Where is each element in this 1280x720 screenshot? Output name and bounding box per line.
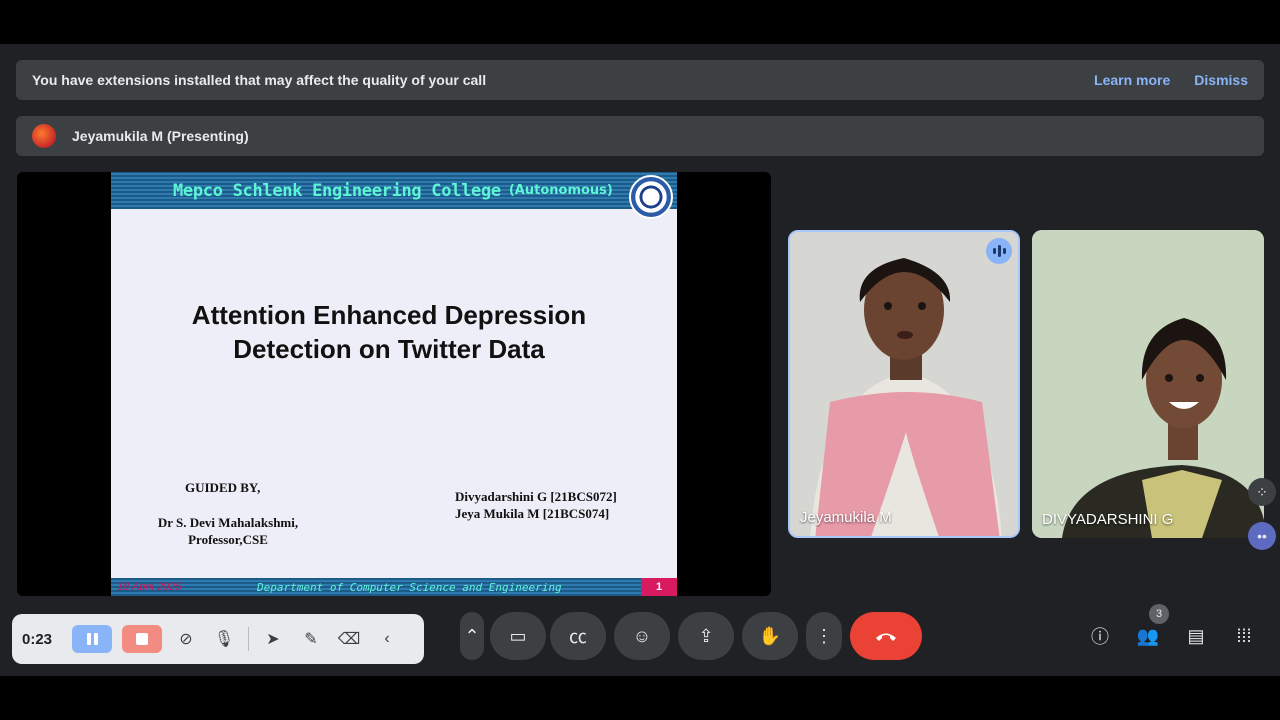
presentation-stage[interactable]: Mepco Schlenk Engineering College (Auton… <box>17 172 771 596</box>
presenter-avatar <box>32 124 56 148</box>
slide-footer-department: Department of Computer Science and Engin… <box>257 581 562 594</box>
learn-more-link[interactable]: Learn more <box>1094 72 1170 88</box>
dismiss-button[interactable]: Dismiss <box>1194 72 1248 88</box>
slide-page-number: 1 <box>641 578 677 596</box>
cursor-icon[interactable]: ➤ <box>259 625 287 653</box>
speaking-indicator-icon <box>986 238 1012 264</box>
slide-college-name: Mepco Schlenk Engineering College <box>173 180 501 201</box>
participant-video-jeyamukila <box>790 232 1018 536</box>
people-icon[interactable]: 👥 <box>1136 624 1160 648</box>
student-1: Divyadarshini G [21BCS072] <box>455 489 617 504</box>
pen-icon[interactable]: ✎ <box>297 625 325 653</box>
meeting-info-icon[interactable]: ⓘ <box>1088 624 1112 648</box>
participant-name: DIVYADARSHINI G <box>1042 511 1174 528</box>
slide-title-line2: Detection on Twitter Data <box>233 334 545 364</box>
end-call-button[interactable] <box>850 612 922 660</box>
recording-timer: 0:23 <box>22 630 53 648</box>
hang-up-icon <box>876 633 896 641</box>
recording-toolbar: 0:23 ⊘ 🎙 ➤ ✎ ⌫ ‹ <box>12 614 424 664</box>
activities-grid-icon[interactable]: ⁞⁞⁞ <box>1232 624 1256 648</box>
student-list: Divyadarshini G [21BCS072] Jeya Mukila M… <box>455 488 617 522</box>
slide-footer-date: 18 April 2025 <box>117 581 182 593</box>
slide-header: Mepco Schlenk Engineering College (Auton… <box>111 172 677 209</box>
participant-tile-divyadarshini[interactable]: DIVYADARSHINI G <box>1032 230 1264 538</box>
extensions-warning-banner: You have extensions installed that may a… <box>16 60 1264 100</box>
camera-button[interactable]: ▭ <box>490 612 546 660</box>
emoji-reactions-button[interactable]: ☺ <box>614 612 670 660</box>
pause-recording-button[interactable] <box>72 625 112 653</box>
guide-role: Professor,CSE <box>188 532 268 547</box>
stop-recording-button[interactable] <box>122 625 162 653</box>
college-logo-icon <box>629 175 673 219</box>
people-count-badge: 3 <box>1149 604 1169 624</box>
meet-window: You have extensions installed that may a… <box>0 44 1280 676</box>
apps-icon[interactable]: ⁘ <box>1248 478 1276 506</box>
slide-autonomous-label: (Autonomous) <box>508 183 613 198</box>
more-options-button[interactable]: ⋮ <box>806 612 842 660</box>
guide-name: Dr S. Devi Mahalakshmi, <box>157 515 299 530</box>
audio-options-button[interactable]: ⌃ <box>460 612 484 660</box>
participant-video-divyadarshini <box>1032 230 1264 538</box>
microphone-icon[interactable]: 🎙 <box>210 625 238 653</box>
present-screen-button[interactable]: ⇪ <box>678 612 734 660</box>
extension-assistant-icon[interactable]: •• <box>1248 522 1276 550</box>
student-2: Jeya Mukila M [21BCS074] <box>455 506 610 521</box>
collapse-chevron-icon[interactable]: ‹ <box>373 625 401 653</box>
shared-slide: Mepco Schlenk Engineering College (Auton… <box>111 172 677 596</box>
slide-footer: 18 April 2025 Department of Computer Sci… <box>111 578 677 596</box>
chat-icon[interactable]: ▤ <box>1184 624 1208 648</box>
participant-tile-jeyamukila[interactable]: Jeyamukila M <box>788 230 1020 538</box>
captions-button[interactable]: ㏄ <box>550 612 606 660</box>
raise-hand-button[interactable]: ✋ <box>742 612 798 660</box>
guide-details: Dr S. Devi Mahalakshmi, Professor,CSE <box>151 514 305 548</box>
participant-name: Jeyamukila M <box>800 509 892 526</box>
slide-title-line1: Attention Enhanced Depression <box>191 300 587 330</box>
camera-off-icon[interactable]: ⊘ <box>172 625 200 653</box>
presenter-bar: Jeyamukila M (Presenting) <box>16 116 1264 156</box>
banner-message: You have extensions installed that may a… <box>32 72 487 88</box>
slide-title: Attention Enhanced Depression Detection … <box>111 298 667 366</box>
toolbar-divider <box>248 627 249 651</box>
guided-by-label: GUIDED BY, <box>185 480 261 495</box>
presenter-label: Jeyamukila M (Presenting) <box>72 128 249 144</box>
eraser-icon[interactable]: ⌫ <box>335 625 363 653</box>
